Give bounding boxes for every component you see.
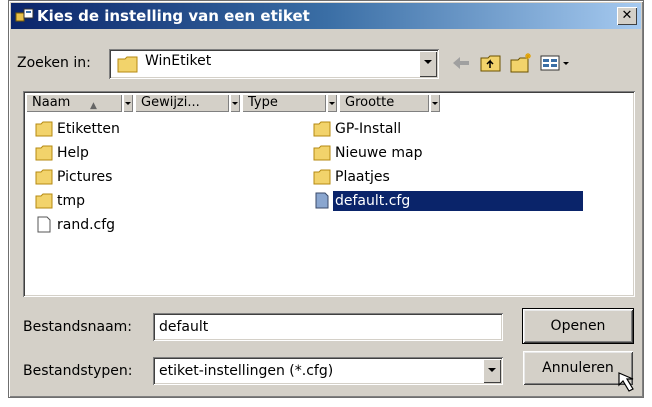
- item-name: default.cfg: [333, 191, 583, 211]
- folder-icon: [35, 193, 53, 209]
- item-name: Help: [57, 145, 89, 161]
- filename-value: default: [159, 319, 209, 335]
- list-item[interactable]: tmp: [35, 191, 275, 211]
- item-name: Etiketten: [57, 121, 120, 137]
- list-item-selected[interactable]: default.cfg: [313, 191, 589, 211]
- cfg-file-icon: [315, 192, 329, 209]
- view-menu-icon[interactable]: [539, 51, 573, 75]
- list-item[interactable]: Pictures: [35, 167, 275, 187]
- lookin-dropdown-button[interactable]: [419, 51, 437, 77]
- folder-icon: [313, 169, 331, 185]
- column-gewijzigd-dropdown[interactable]: [230, 94, 240, 112]
- column-type-dropdown[interactable]: [327, 94, 337, 112]
- item-name: GP-Install: [335, 121, 402, 137]
- column-label: Type: [248, 95, 278, 110]
- column-grootte-dropdown[interactable]: [430, 94, 440, 112]
- item-name: tmp: [57, 193, 86, 209]
- folder-icon: [35, 121, 53, 137]
- filetype-select[interactable]: etiket-instellingen (*.cfg): [153, 357, 503, 385]
- list-item[interactable]: Help: [35, 143, 275, 163]
- column-header-gewijzigd[interactable]: Gewijzi...: [135, 94, 229, 112]
- filetype-dropdown-button[interactable]: [483, 359, 501, 383]
- folder-icon: [35, 145, 53, 161]
- folder-icon: [117, 56, 138, 73]
- list-item[interactable]: GP-Install: [313, 119, 583, 139]
- lookin-label: Zoeken in:: [17, 55, 91, 71]
- resize-grip-icon[interactable]: [615, 369, 641, 395]
- lookin-value: WinEtiket: [145, 53, 212, 69]
- window-title: Kies de instelling van een etiket: [37, 7, 310, 25]
- filetype-label: Bestandstypen:: [23, 363, 133, 379]
- list-item[interactable]: rand.cfg: [35, 215, 275, 235]
- filetype-value: etiket-instellingen (*.cfg): [159, 363, 334, 379]
- item-name: Pictures: [57, 169, 113, 185]
- file-list[interactable]: Naam ▲ Gewijzi... Type Grootte Etiketten…: [23, 91, 635, 297]
- folder-icon: [313, 145, 331, 161]
- column-label: Grootte: [345, 95, 395, 110]
- column-label: Naam: [32, 95, 71, 110]
- list-item[interactable]: Plaatjes: [313, 167, 583, 187]
- list-item[interactable]: Nieuwe map: [313, 143, 583, 163]
- filename-label: Bestandsnaam:: [23, 319, 133, 335]
- column-naam-dropdown[interactable]: [123, 94, 133, 112]
- close-button[interactable]: ✕: [617, 7, 637, 25]
- list-item[interactable]: Etiketten: [35, 119, 275, 139]
- new-folder-icon[interactable]: [509, 51, 533, 75]
- filename-field[interactable]: default: [153, 313, 503, 341]
- lookin-combobox[interactable]: WinEtiket: [109, 49, 439, 79]
- file-open-dialog: Kies de instelling van een etiket ✕ Zoek…: [8, 0, 644, 398]
- column-header-grootte[interactable]: Grootte: [339, 94, 429, 112]
- sort-ascending-icon: ▲: [90, 101, 97, 111]
- column-header-naam[interactable]: Naam ▲: [26, 94, 122, 112]
- file-icon: [37, 216, 51, 233]
- folder-icon: [35, 169, 53, 185]
- app-icon: [15, 8, 34, 22]
- column-header-type[interactable]: Type: [242, 94, 326, 112]
- item-name: rand.cfg: [57, 217, 116, 233]
- back-arrow-icon[interactable]: [449, 51, 473, 75]
- folder-icon: [313, 121, 331, 137]
- column-label: Gewijzi...: [141, 95, 200, 110]
- item-name: Nieuwe map: [335, 145, 423, 161]
- open-button[interactable]: Openen: [522, 308, 634, 344]
- item-name: Plaatjes: [335, 169, 390, 185]
- title-bar[interactable]: Kies de instelling van een etiket ✕: [11, 3, 641, 29]
- up-folder-icon[interactable]: [479, 51, 503, 75]
